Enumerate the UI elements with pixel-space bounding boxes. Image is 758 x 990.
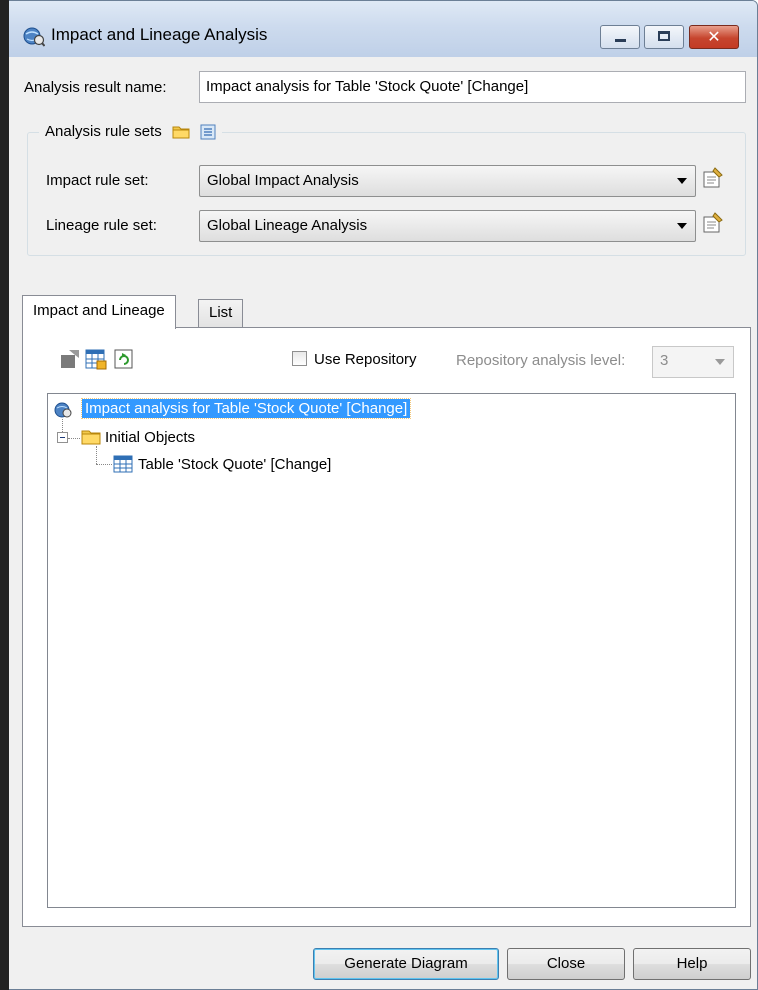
impact-rule-select[interactable]: Global Impact Analysis bbox=[199, 165, 696, 197]
lineage-rule-value: Global Lineage Analysis bbox=[207, 217, 368, 234]
maximize-icon bbox=[658, 31, 670, 41]
window-title: Impact and Lineage Analysis bbox=[51, 25, 268, 44]
folder-icon bbox=[81, 430, 101, 445]
chevron-down-icon bbox=[677, 223, 687, 229]
repo-level-value: 3 bbox=[660, 352, 669, 369]
analysis-globe-icon bbox=[54, 402, 72, 418]
dialog-window: Impact and Lineage Analysis ✕ Analysis r… bbox=[0, 0, 758, 990]
tree-line bbox=[96, 446, 97, 464]
close-icon: ✕ bbox=[707, 27, 721, 46]
lineage-rule-label: Lineage rule set: bbox=[46, 217, 157, 234]
generate-diagram-button[interactable]: Generate Diagram bbox=[313, 948, 499, 980]
minimize-button[interactable] bbox=[600, 25, 640, 49]
open-object-icon[interactable] bbox=[59, 348, 81, 370]
lineage-rule-select[interactable]: Global Lineage Analysis bbox=[199, 210, 696, 242]
tab-list[interactable]: List bbox=[198, 299, 244, 327]
rule-sets-legend: Analysis rule sets bbox=[39, 123, 222, 140]
impact-properties-icon[interactable] bbox=[701, 166, 725, 190]
tree-root-label: Impact analysis for Table 'Stock Quote' … bbox=[80, 398, 412, 419]
result-name-input[interactable]: Impact analysis for Table 'Stock Quote' … bbox=[199, 71, 746, 103]
tree-line bbox=[96, 464, 112, 465]
tree-table-item[interactable]: Table 'Stock Quote' [Change] bbox=[138, 456, 331, 473]
use-repository-checkbox[interactable] bbox=[292, 351, 307, 366]
refresh-icon[interactable] bbox=[113, 348, 135, 370]
tree-initial-objects-item[interactable]: Initial Objects bbox=[105, 429, 195, 446]
table-properties-icon[interactable] bbox=[85, 348, 107, 370]
close-button[interactable]: Close bbox=[507, 948, 625, 980]
repo-level-select[interactable]: 3 bbox=[652, 346, 734, 378]
analysis-tree[interactable]: Impact analysis for Table 'Stock Quote' … bbox=[47, 393, 736, 908]
lineage-properties-icon[interactable] bbox=[701, 211, 725, 235]
rule-list-icon[interactable] bbox=[200, 124, 216, 140]
folder-icon[interactable] bbox=[172, 124, 190, 140]
minimize-icon bbox=[615, 39, 626, 42]
tree-root-item[interactable]: Impact analysis for Table 'Stock Quote' … bbox=[80, 398, 412, 419]
analysis-globe-icon bbox=[23, 27, 45, 47]
maximize-button[interactable] bbox=[644, 25, 684, 49]
tree-line bbox=[62, 419, 63, 432]
help-button[interactable]: Help bbox=[633, 948, 751, 980]
impact-rule-label: Impact rule set: bbox=[46, 172, 149, 189]
chevron-down-icon bbox=[715, 359, 725, 365]
result-name-label: Analysis result name: bbox=[24, 79, 167, 96]
rule-sets-legend-text: Analysis rule sets bbox=[45, 123, 162, 140]
chevron-down-icon bbox=[677, 178, 687, 184]
use-repository-label: Use Repository bbox=[314, 351, 417, 368]
collapse-icon[interactable] bbox=[57, 432, 68, 443]
left-edge bbox=[0, 0, 9, 990]
close-window-button[interactable]: ✕ bbox=[689, 25, 739, 49]
table-icon bbox=[113, 455, 133, 473]
tab-impact-lineage[interactable]: Impact and Lineage bbox=[22, 295, 176, 329]
impact-rule-value: Global Impact Analysis bbox=[207, 172, 359, 189]
repo-level-label: Repository analysis level: bbox=[456, 352, 626, 369]
title-bar[interactable]: Impact and Lineage Analysis ✕ bbox=[1, 1, 757, 57]
tree-line bbox=[68, 438, 80, 439]
